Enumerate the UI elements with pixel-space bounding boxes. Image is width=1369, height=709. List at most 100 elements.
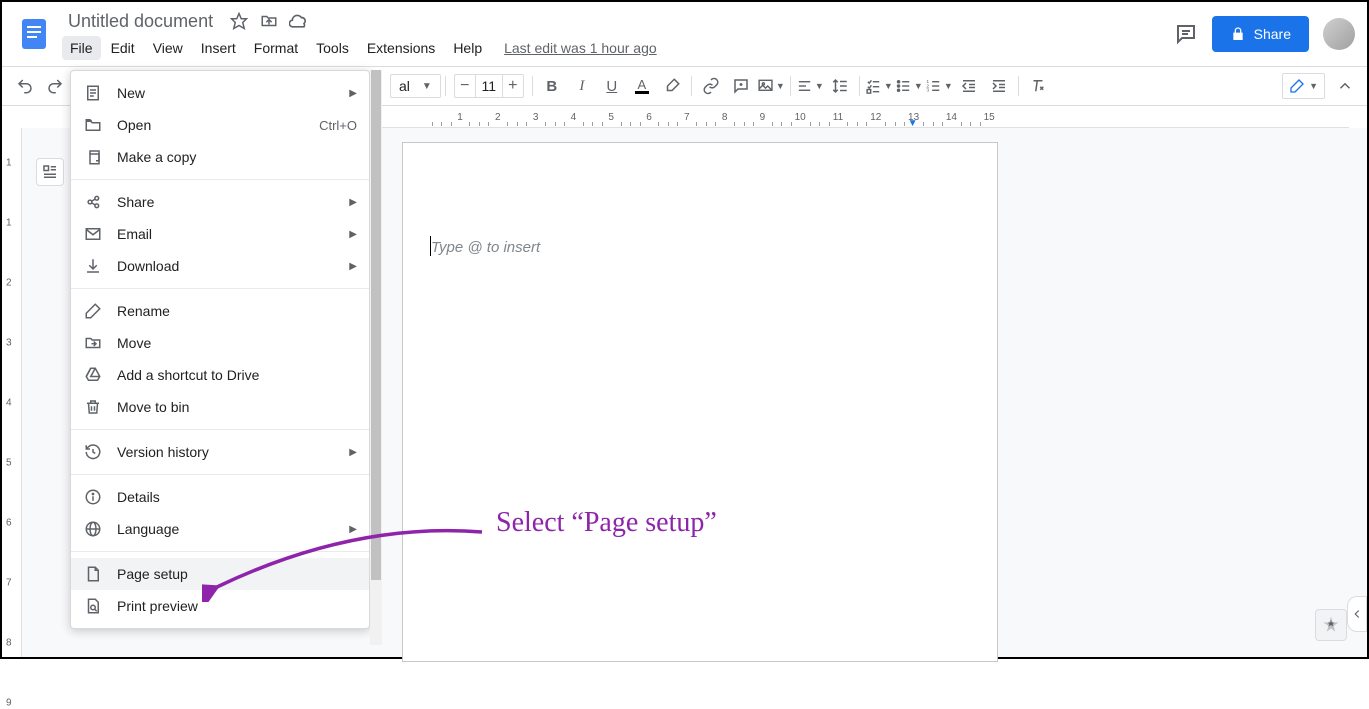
font-size-decrease[interactable]: −: [455, 75, 475, 97]
ruler-number: 10: [795, 112, 806, 123]
menu-item-version-history[interactable]: Version history▶: [71, 436, 369, 468]
cloud-status-icon[interactable]: [289, 11, 309, 31]
collapse-toolbar-button[interactable]: [1331, 72, 1359, 100]
menu-item-move-to-bin[interactable]: Move to bin: [71, 391, 369, 423]
indent-increase-button[interactable]: [985, 72, 1013, 100]
bullet-list-button[interactable]: ▼: [895, 72, 923, 100]
vruler-number: 3: [6, 338, 12, 349]
align-button[interactable]: ▼: [796, 72, 824, 100]
undo-button[interactable]: [11, 72, 39, 100]
ruler-number: 15: [984, 112, 995, 123]
share-label: Share: [1254, 26, 1291, 42]
drive-shortcut-icon: [83, 365, 103, 385]
download-icon: [83, 256, 103, 276]
file-menu-dropdown: New▶OpenCtrl+OMake a copyShare▶Email▶Dow…: [70, 70, 370, 629]
menu-item-label: Add a shortcut to Drive: [117, 367, 357, 383]
menubar: File Edit View Insert Format Tools Exten…: [62, 36, 1166, 60]
underline-button[interactable]: U: [598, 72, 626, 100]
docs-logo[interactable]: [14, 14, 54, 54]
menu-item-move[interactable]: Move: [71, 327, 369, 359]
bold-button[interactable]: B: [538, 72, 566, 100]
link-button[interactable]: [697, 72, 725, 100]
menu-view[interactable]: View: [145, 36, 191, 60]
menu-separator: [71, 429, 369, 430]
menu-file[interactable]: File: [62, 36, 101, 60]
copy-icon: [83, 147, 103, 167]
dropdown-scrollbar-track[interactable]: [370, 70, 382, 645]
font-name-dropdown[interactable]: al▼: [390, 74, 441, 98]
ruler-number: 3: [533, 112, 539, 123]
clear-formatting-button[interactable]: [1024, 72, 1052, 100]
explore-button[interactable]: [1315, 609, 1347, 641]
menu-extensions[interactable]: Extensions: [359, 36, 443, 60]
menu-item-download[interactable]: Download▶: [71, 250, 369, 282]
submenu-arrow-icon: ▶: [349, 229, 357, 240]
comments-icon[interactable]: [1174, 22, 1198, 46]
menu-item-label: Download: [117, 258, 335, 274]
menu-item-label: Rename: [117, 303, 357, 319]
font-size-value[interactable]: 11: [475, 75, 503, 97]
menu-item-make-a-copy[interactable]: Make a copy: [71, 141, 369, 173]
menu-format[interactable]: Format: [246, 36, 306, 60]
menu-item-label: Open: [117, 117, 305, 133]
numbered-list-button[interactable]: 123▼: [925, 72, 953, 100]
outline-toggle-button[interactable]: [36, 158, 64, 186]
menu-help[interactable]: Help: [445, 36, 490, 60]
menu-item-language[interactable]: Language ▶: [71, 513, 369, 545]
menu-item-label: Make a copy: [117, 149, 357, 165]
italic-button[interactable]: I: [568, 72, 596, 100]
account-avatar[interactable]: [1323, 18, 1355, 50]
vruler-number: 5: [6, 458, 12, 469]
move-icon: [83, 333, 103, 353]
vruler-number: 4: [6, 398, 12, 409]
line-spacing-button[interactable]: [826, 72, 854, 100]
last-edit-link[interactable]: Last edit was 1 hour ago: [504, 40, 657, 56]
menu-item-new[interactable]: New ▶: [71, 77, 369, 109]
menu-item-label: Share: [117, 194, 335, 210]
ruler-number: 7: [684, 112, 690, 123]
menu-item-print-preview[interactable]: Print preview: [71, 590, 369, 622]
editing-mode-button[interactable]: ▼: [1282, 73, 1325, 99]
menu-item-add-a-shortcut-to-drive[interactable]: Add a shortcut to Drive: [71, 359, 369, 391]
ruler-number: 4: [571, 112, 577, 123]
document-title[interactable]: Untitled document: [62, 9, 219, 34]
side-panel-toggle[interactable]: [1347, 596, 1367, 632]
menu-item-label: Version history: [117, 444, 335, 460]
vruler-number: 1: [6, 158, 12, 169]
menu-item-page-setup[interactable]: Page setup: [71, 558, 369, 590]
checklist-button[interactable]: ▼: [865, 72, 893, 100]
menu-shortcut: Ctrl+O: [319, 118, 357, 133]
menu-item-share[interactable]: Share▶: [71, 186, 369, 218]
menu-item-open[interactable]: Open Ctrl+O: [71, 109, 369, 141]
page-icon: [83, 564, 103, 584]
vertical-ruler[interactable]: 1123456789: [2, 128, 22, 657]
menu-item-details[interactable]: Details: [71, 481, 369, 513]
vruler-number: 8: [6, 638, 12, 649]
submenu-arrow-icon: ▶: [349, 524, 357, 535]
indent-decrease-button[interactable]: [955, 72, 983, 100]
submenu-arrow-icon: ▶: [349, 88, 357, 99]
menu-edit[interactable]: Edit: [103, 36, 143, 60]
text-color-button[interactable]: A: [628, 72, 656, 100]
dropdown-scrollbar-thumb[interactable]: [371, 70, 381, 580]
move-icon[interactable]: [259, 11, 279, 31]
highlight-button[interactable]: [658, 72, 686, 100]
font-size-increase[interactable]: +: [503, 75, 523, 97]
menu-item-email[interactable]: Email▶: [71, 218, 369, 250]
star-icon[interactable]: [229, 11, 249, 31]
menu-insert[interactable]: Insert: [193, 36, 244, 60]
image-button[interactable]: ▼: [757, 72, 785, 100]
redo-button[interactable]: [41, 72, 69, 100]
menu-tools[interactable]: Tools: [308, 36, 357, 60]
doc-title-area: Untitled document File Edit View Insert …: [62, 9, 1166, 60]
ruler-indent-marker[interactable]: ▼: [908, 118, 918, 128]
menu-item-label: Language: [117, 521, 335, 537]
document-page[interactable]: Type @ to insert: [402, 142, 998, 662]
share-button[interactable]: Share: [1212, 16, 1309, 52]
mail-icon: [83, 224, 103, 244]
print-preview-icon: [83, 596, 103, 616]
comment-button[interactable]: [727, 72, 755, 100]
trash-icon: [83, 397, 103, 417]
menu-item-rename[interactable]: Rename: [71, 295, 369, 327]
menu-item-label: New: [117, 85, 335, 101]
